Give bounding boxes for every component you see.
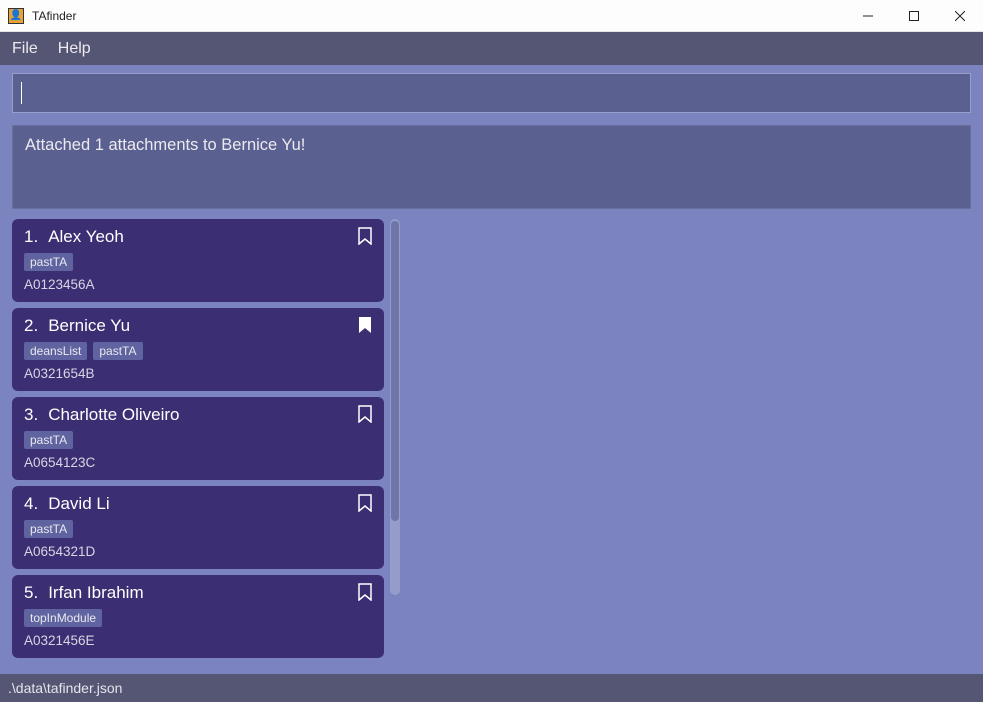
person-id: A0123456A — [24, 277, 372, 292]
person-id: A0321654B — [24, 366, 372, 381]
menu-file[interactable]: File — [12, 40, 38, 58]
bookmark-toggle[interactable] — [358, 316, 372, 334]
person-index: 2. — [24, 316, 38, 336]
person-card[interactable]: 4. David Li pastTA A0654321D — [12, 486, 384, 569]
person-tags: topInModule — [24, 609, 372, 627]
menu-help[interactable]: Help — [58, 40, 91, 58]
person-tags: pastTA — [24, 253, 372, 271]
person-card[interactable]: 5. Irfan Ibrahim topInModule A0321456E — [12, 575, 384, 658]
person-id: A0321456E — [24, 633, 372, 648]
person-tags: pastTA — [24, 520, 372, 538]
person-index: 5. — [24, 583, 38, 603]
status-path: .\data\tafinder.json — [8, 680, 122, 696]
person-id: A0654123C — [24, 455, 372, 470]
window-titlebar: 👤 TAfinder — [0, 0, 983, 32]
minimize-icon — [863, 11, 873, 21]
close-icon — [955, 11, 965, 21]
person-card-header: 2. Bernice Yu — [24, 316, 372, 336]
status-bar: .\data\tafinder.json — [0, 674, 983, 702]
bookmark-toggle[interactable] — [358, 494, 372, 512]
bookmark-outline-icon — [358, 227, 372, 245]
person-tags: pastTA — [24, 431, 372, 449]
result-message: Attached 1 attachments to Bernice Yu! — [25, 136, 305, 154]
menu-bar: File Help — [0, 32, 983, 65]
window-title: TAfinder — [32, 9, 76, 23]
scrollbar[interactable] — [390, 219, 400, 595]
text-cursor — [21, 82, 22, 104]
person-name: Alex Yeoh — [48, 227, 124, 247]
close-button[interactable] — [937, 0, 983, 32]
tag: pastTA — [93, 342, 142, 360]
bookmark-toggle[interactable] — [358, 583, 372, 601]
bookmark-toggle[interactable] — [358, 405, 372, 423]
bookmark-outline-icon — [358, 583, 372, 601]
scrollbar-thumb[interactable] — [391, 221, 399, 521]
tag: pastTA — [24, 253, 73, 271]
person-name: David Li — [48, 494, 109, 514]
tag: pastTA — [24, 431, 73, 449]
person-card[interactable]: 1. Alex Yeoh pastTA A0123456A — [12, 219, 384, 302]
maximize-button[interactable] — [891, 0, 937, 32]
tag: pastTA — [24, 520, 73, 538]
tag: topInModule — [24, 609, 102, 627]
person-name: Bernice Yu — [48, 316, 130, 336]
app-body: Attached 1 attachments to Bernice Yu! 1.… — [0, 65, 983, 674]
person-card-header: 4. David Li — [24, 494, 372, 514]
bookmark-outline-icon — [358, 405, 372, 423]
person-name: Charlotte Oliveiro — [48, 405, 179, 425]
person-id: A0654321D — [24, 544, 372, 559]
person-index: 4. — [24, 494, 38, 514]
app-icon: 👤 — [8, 8, 24, 24]
minimize-button[interactable] — [845, 0, 891, 32]
detail-pane — [406, 219, 971, 674]
person-tags: deansList pastTA — [24, 342, 372, 360]
person-index: 1. — [24, 227, 38, 247]
person-index: 3. — [24, 405, 38, 425]
person-name: Irfan Ibrahim — [48, 583, 143, 603]
tag: deansList — [24, 342, 87, 360]
result-display: Attached 1 attachments to Bernice Yu! — [12, 125, 971, 209]
bookmark-outline-icon — [358, 494, 372, 512]
person-card[interactable]: 2. Bernice Yu deansList pastTA A0321654B — [12, 308, 384, 391]
person-card-header: 3. Charlotte Oliveiro — [24, 405, 372, 425]
bookmark-filled-icon — [358, 316, 372, 334]
bookmark-toggle[interactable] — [358, 227, 372, 245]
maximize-icon — [909, 11, 919, 21]
person-list-pane: 1. Alex Yeoh pastTA A0123456A 2. Bernice Yu de… — [12, 219, 400, 674]
command-input[interactable] — [12, 73, 971, 113]
person-card-header: 1. Alex Yeoh — [24, 227, 372, 247]
person-card-header: 5. Irfan Ibrahim — [24, 583, 372, 603]
person-card[interactable]: 3. Charlotte Oliveiro pastTA A0654123C — [12, 397, 384, 480]
